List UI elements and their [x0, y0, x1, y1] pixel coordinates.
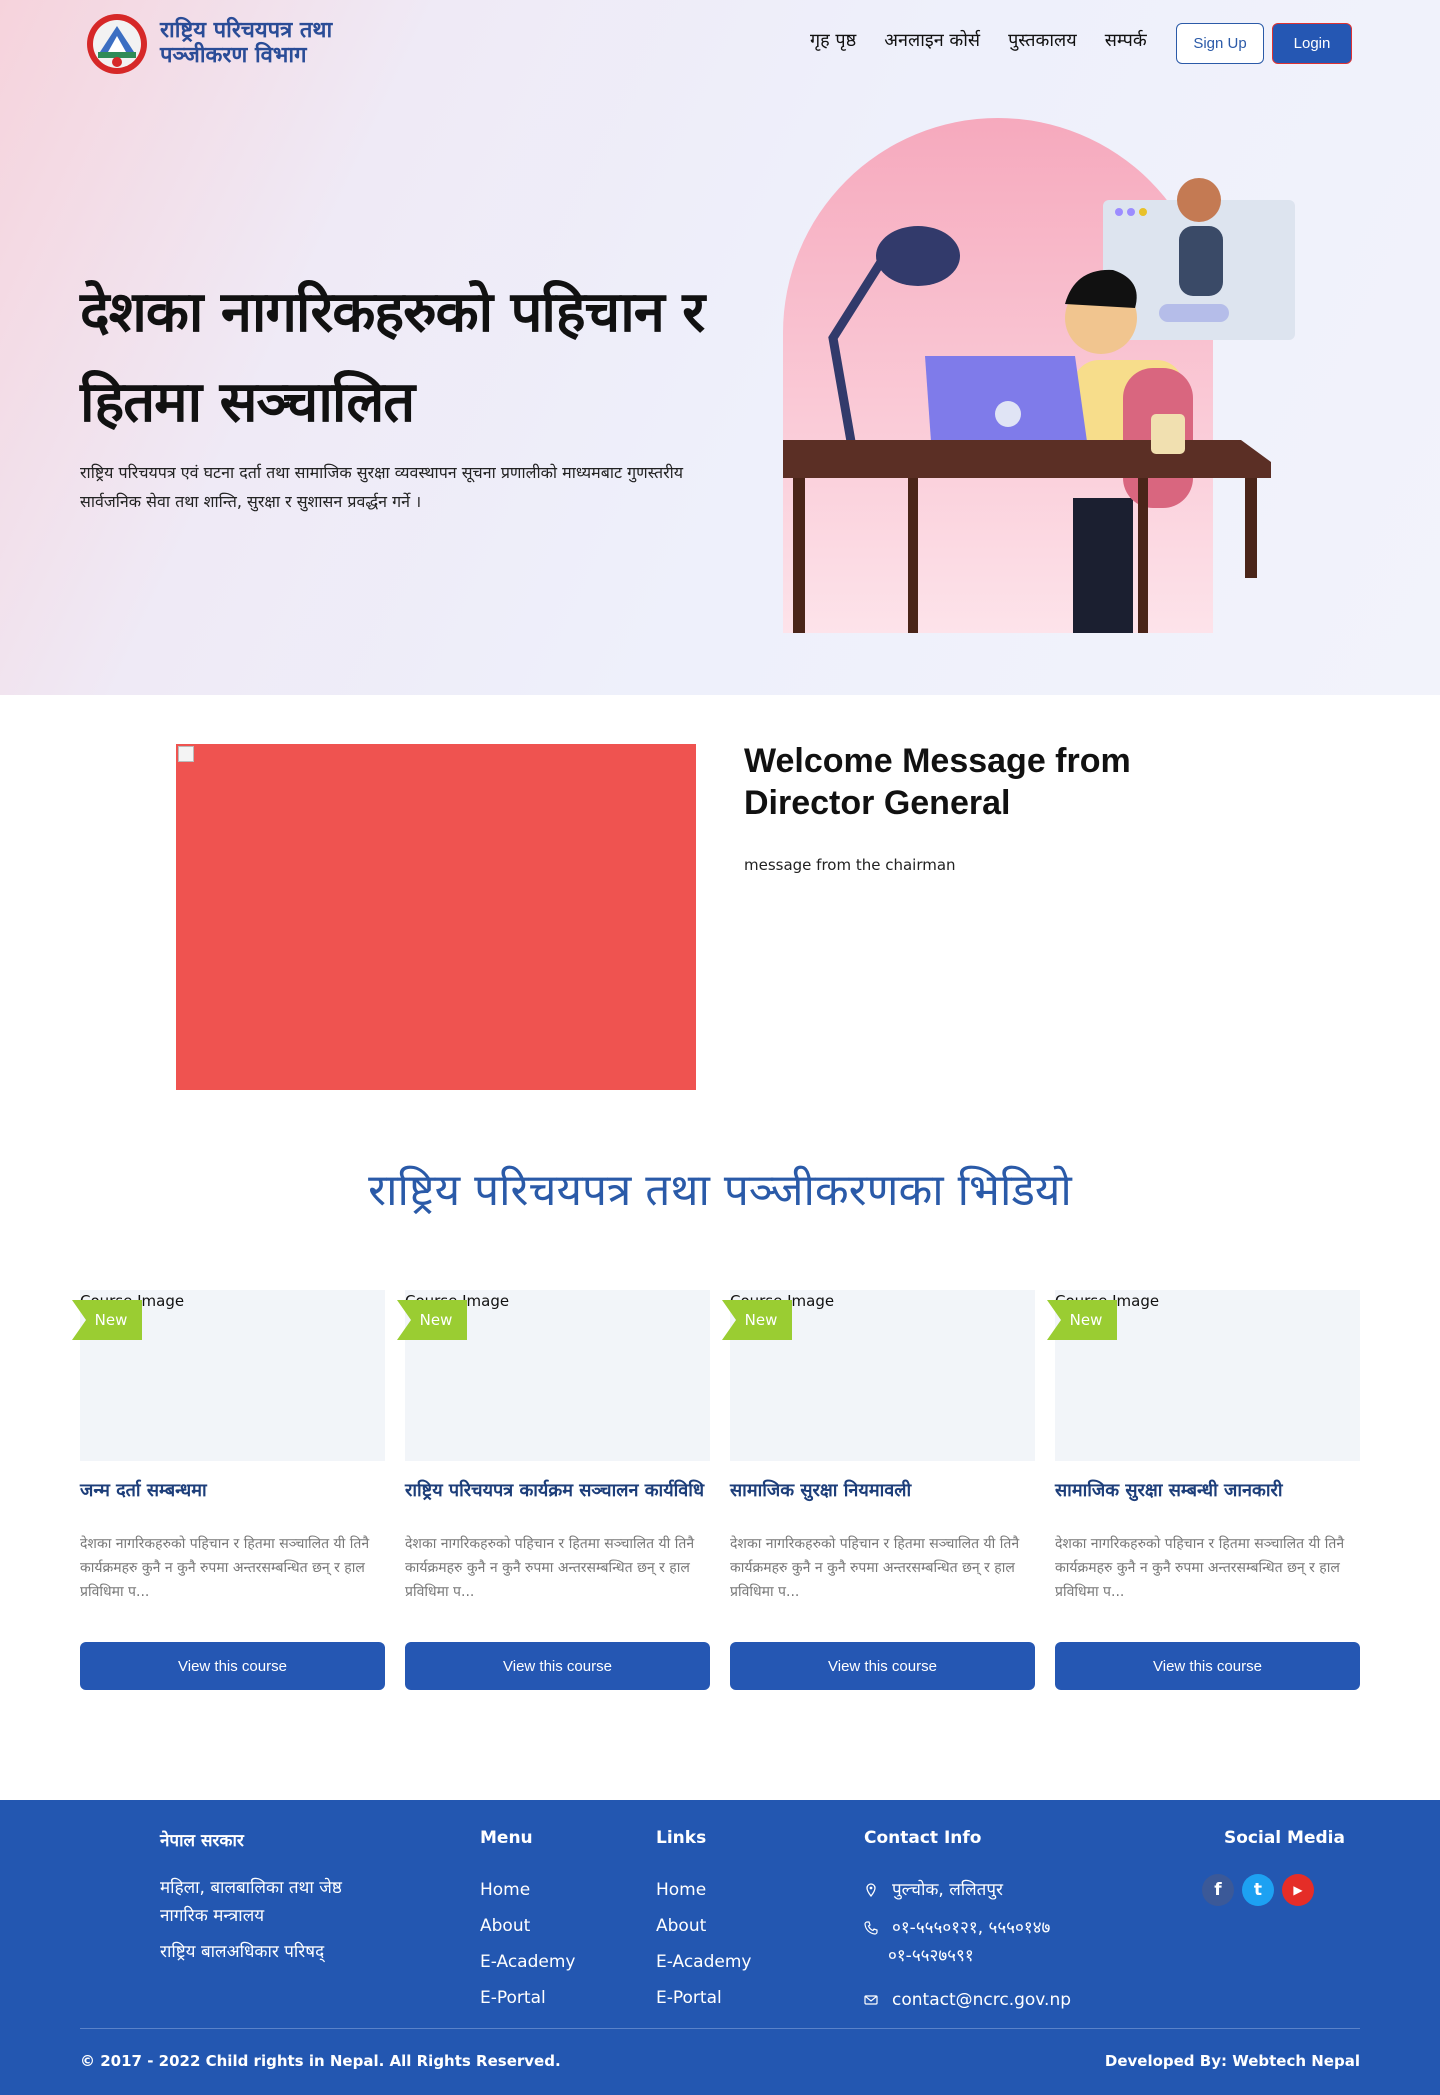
- hero-subtitle: राष्ट्रिय परिचयपत्र एवं घटना दर्ता तथा स…: [80, 463, 684, 511]
- course-title[interactable]: राष्ट्रिय परिचयपत्र कार्यक्रम सञ्चालन का…: [405, 1478, 710, 1502]
- course-description: देशका नागरिकहरुको पहिचान र हितमा सञ्चालि…: [80, 1536, 370, 1600]
- contact-phone-text-2[interactable]: ०१-५५२७५९१: [888, 1942, 974, 1970]
- phone-icon: [864, 1921, 878, 1935]
- director-image: [176, 744, 696, 1090]
- social-links: f t ▶: [1202, 1874, 1314, 1906]
- welcome-message: message from the chairman: [744, 856, 956, 874]
- contact-phone-text-1[interactable]: ०१-५५५०१२१, ५५५०१४७: [892, 1918, 1050, 1938]
- main-menu: गृह पृष्ठ अनलाइन कोर्स पुस्तकालय सम्पर्क: [810, 28, 1147, 52]
- footer-links-title: Links: [656, 1828, 707, 1848]
- signup-button[interactable]: Sign Up: [1176, 23, 1264, 64]
- location-pin-icon: [866, 1883, 876, 1897]
- course-description: देशका नागरिकहरुको पहिचान र हितमा सञ्चालि…: [405, 1536, 695, 1600]
- course-card: Course Image New सामाजिक सुरक्षा नियमावल…: [722, 1290, 1035, 1690]
- course-description: देशका नागरिकहरुको पहिचान र हितमा सञ्चालि…: [730, 1536, 1020, 1600]
- footer-link-about[interactable]: About: [656, 1908, 751, 1944]
- welcome-title: Welcome Message from Director General: [744, 742, 1131, 822]
- contact-address: पुल्चोक, ललितपुर: [864, 1876, 1003, 1904]
- course-card: Course Image New सामाजिक सुरक्षा सम्बन्ध…: [1047, 1290, 1360, 1690]
- twitter-icon[interactable]: t: [1242, 1874, 1274, 1906]
- footer-ministry-link[interactable]: महिला, बालबालिका तथा जेष्ठ नागरिक मन्त्र…: [160, 1874, 360, 1930]
- menu-item-contact[interactable]: सम्पर्क: [1105, 28, 1147, 52]
- facebook-icon[interactable]: f: [1202, 1874, 1234, 1906]
- mail-icon: [864, 1995, 878, 2005]
- footer-menu-home[interactable]: Home: [480, 1872, 575, 1908]
- contact-email-text[interactable]: contact@ncrc.gov.np: [892, 1990, 1071, 2010]
- view-course-button[interactable]: View this course: [405, 1642, 710, 1690]
- login-button[interactable]: Login: [1272, 23, 1352, 64]
- footer-menu-e-academy[interactable]: E-Academy: [480, 1944, 575, 1980]
- hero-illustration: [783, 118, 1295, 633]
- view-course-button[interactable]: View this course: [80, 1642, 385, 1690]
- nepal-emblem-logo[interactable]: [80, 12, 154, 76]
- hero-title: देशका नागरिकहरुको पहिचान र हितमा सञ्चालि…: [80, 280, 705, 435]
- footer-menu-about[interactable]: About: [480, 1908, 575, 1944]
- brand-title[interactable]: राष्ट्रिय परिचयपत्र तथा पञ्जीकरण विभाग: [160, 18, 400, 68]
- menu-item-library[interactable]: पुस्तकालय: [1008, 28, 1077, 52]
- footer-menu-e-portal[interactable]: E-Portal: [480, 1980, 575, 2016]
- videos-section-title: राष्ट्रिय परिचयपत्र तथा पञ्जीकरणका भिडिय…: [368, 1165, 1072, 1216]
- course-card: Course Image New राष्ट्रिय परिचयपत्र कार…: [397, 1290, 710, 1690]
- footer-gov-title: नेपाल सरकार: [160, 1831, 244, 1851]
- footer-divider: [80, 2028, 1360, 2029]
- menu-item-home[interactable]: गृह पृष्ठ: [810, 28, 856, 52]
- view-course-button[interactable]: View this course: [730, 1642, 1035, 1690]
- contact-email: contact@ncrc.gov.np: [864, 1986, 1071, 2014]
- view-course-button[interactable]: View this course: [1055, 1642, 1360, 1690]
- footer-links-list: Home About E-Academy E-Portal: [656, 1872, 751, 2016]
- contact-address-text: पुल्चोक, ललितपुर: [892, 1880, 1003, 1900]
- course-title[interactable]: जन्म दर्ता सम्बन्धमा: [80, 1478, 385, 1502]
- footer-link-home[interactable]: Home: [656, 1872, 751, 1908]
- course-title[interactable]: सामाजिक सुरक्षा सम्बन्धी जानकारी: [1055, 1478, 1360, 1502]
- footer-menu-list: Home About E-Academy E-Portal: [480, 1872, 575, 2016]
- course-card-list: Course Image New जन्म दर्ता सम्बन्धमा दे…: [72, 1290, 1360, 1690]
- footer-link-e-portal[interactable]: E-Portal: [656, 1980, 751, 2016]
- youtube-icon[interactable]: ▶: [1282, 1874, 1314, 1906]
- top-navbar: राष्ट्रिय परिचयपत्र तथा पञ्जीकरण विभाग ग…: [0, 0, 1440, 88]
- course-title[interactable]: सामाजिक सुरक्षा नियमावली: [730, 1478, 1035, 1502]
- course-description: देशका नागरिकहरुको पहिचान र हितमा सञ्चालि…: [1055, 1536, 1345, 1600]
- menu-item-online-course[interactable]: अनलाइन कोर्स: [884, 28, 980, 52]
- contact-phone: ०१-५५५०१२१, ५५५०१४७: [864, 1914, 1050, 1942]
- broken-image-icon: [178, 746, 194, 762]
- copyright-text: © 2017 - 2022 Child rights in Nepal. All…: [80, 2052, 561, 2070]
- developer-credit[interactable]: Developed By: Webtech Nepal: [1105, 2052, 1360, 2070]
- hero-section: राष्ट्रिय परिचयपत्र तथा पञ्जीकरण विभाग ग…: [0, 0, 1440, 695]
- footer-contact-title: Contact Info: [864, 1828, 982, 1848]
- footer-council-link[interactable]: राष्ट्रिय बालअधिकार परिषद्: [160, 1938, 324, 1966]
- site-footer: नेपाल सरकार महिला, बालबालिका तथा जेष्ठ न…: [0, 1800, 1440, 2095]
- footer-link-e-academy[interactable]: E-Academy: [656, 1944, 751, 1980]
- footer-menu-title: Menu: [480, 1828, 533, 1848]
- course-card: Course Image New जन्म दर्ता सम्बन्धमा दे…: [72, 1290, 385, 1690]
- footer-social-title: Social Media: [1224, 1828, 1345, 1848]
